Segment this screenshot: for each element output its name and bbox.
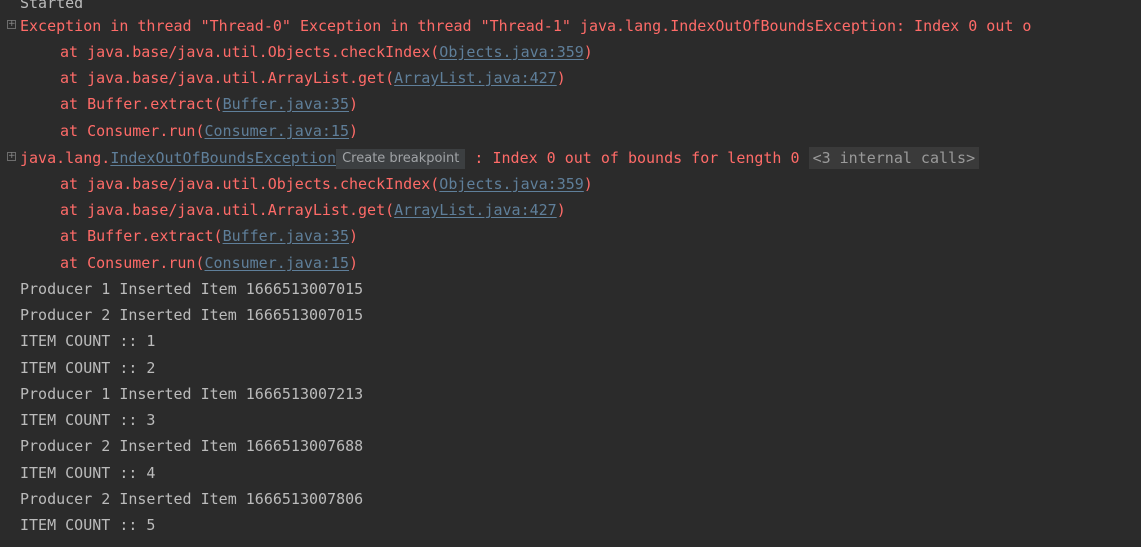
source-link[interactable]: ArrayList.java:427 (394, 69, 557, 87)
frame-text: at Buffer.extract( (60, 95, 223, 113)
output-line: ITEM COUNT :: 2 (0, 355, 1141, 381)
frame-text: at java.base/java.util.ArrayList.get( (60, 201, 395, 219)
output-text: ITEM COUNT :: 5 (20, 516, 156, 534)
source-link[interactable]: Buffer.java:35 (223, 95, 349, 113)
frame-suffix: ) (556, 201, 566, 219)
exception-package: java.lang. (20, 149, 111, 167)
source-link[interactable]: Consumer.java:15 (205, 254, 350, 272)
frame-suffix: ) (349, 254, 359, 272)
output-line: ITEM COUNT :: 1 (0, 328, 1141, 354)
exception-message: : Index 0 out of bounds for length 0 (465, 149, 809, 167)
output-line: Producer 2 Inserted Item 1666513007688 (0, 433, 1141, 459)
frame-suffix: ) (349, 95, 359, 113)
frame-text: at java.base/java.util.Objects.checkInde… (60, 43, 440, 61)
output-text: Producer 2 Inserted Item 1666513007806 (20, 490, 364, 508)
frame-suffix: ) (583, 175, 593, 193)
source-link[interactable]: Buffer.java:35 (223, 227, 349, 245)
stack-frame: at java.base/java.util.ArrayList.get(Arr… (0, 65, 1141, 91)
frame-suffix: ) (349, 227, 359, 245)
console-output[interactable]: Started + Exception in thread "Thread-0"… (0, 0, 1141, 547)
output-text: Producer 2 Inserted Item 1666513007688 (20, 437, 364, 455)
output-text: Producer 1 Inserted Item 1666513007015 (20, 280, 364, 298)
source-link[interactable]: ArrayList.java:427 (394, 201, 557, 219)
stack-frame: at Buffer.extract(Buffer.java:35) (0, 91, 1141, 117)
source-link[interactable]: Objects.java:359 (439, 175, 584, 193)
output-text: ITEM COUNT :: 2 (20, 359, 156, 377)
output-line: Producer 2 Inserted Item 1666513007806 (0, 486, 1141, 512)
stack-frame: at Consumer.run(Consumer.java:15) (0, 250, 1141, 276)
output-text: Producer 1 Inserted Item 1666513007213 (20, 385, 364, 403)
frame-suffix: ) (349, 122, 359, 140)
fold-expand-icon[interactable]: + (7, 20, 16, 29)
source-link[interactable]: Consumer.java:15 (205, 122, 350, 140)
output-text: ITEM COUNT :: 1 (20, 332, 156, 350)
output-line: ITEM COUNT :: 3 (0, 407, 1141, 433)
fold-expand-icon[interactable]: + (7, 152, 16, 161)
output-line: ITEM COUNT :: 5 (0, 512, 1141, 538)
frame-text: at Consumer.run( (60, 254, 205, 272)
frame-suffix: ) (583, 43, 593, 61)
output-text: Producer 2 Inserted Item 1666513007015 (20, 306, 364, 324)
stack-frame: at Buffer.extract(Buffer.java:35) (0, 223, 1141, 249)
output-text: ITEM COUNT :: 4 (20, 464, 156, 482)
stack-frame: at Consumer.run(Consumer.java:15) (0, 118, 1141, 144)
frame-text: at java.base/java.util.ArrayList.get( (60, 69, 395, 87)
exception-line: + java.lang.IndexOutOfBoundsException Cre… (0, 145, 1141, 171)
frame-suffix: ) (556, 69, 566, 87)
output-line: Producer 1 Inserted Item 1666513007015 (0, 276, 1141, 302)
source-link[interactable]: Objects.java:359 (439, 43, 584, 61)
frame-text: at Consumer.run( (60, 122, 205, 140)
exception-header-line: + Exception in thread "Thread-0" Excepti… (0, 13, 1141, 39)
frame-text: at Buffer.extract( (60, 227, 223, 245)
stack-frame: at java.base/java.util.ArrayList.get(Arr… (0, 197, 1141, 223)
output-line: Producer 2 Inserted Item 1666513007015 (0, 302, 1141, 328)
output-text: ITEM COUNT :: 3 (20, 411, 156, 429)
exception-class-link[interactable]: IndexOutOfBoundsException (110, 149, 336, 167)
exception-header-text: Exception in thread "Thread-0" Exception… (20, 17, 1032, 35)
internal-calls-fold[interactable]: <3 internal calls> (808, 147, 980, 169)
output-line: ITEM COUNT :: 4 (0, 460, 1141, 486)
stack-frame: at java.base/java.util.Objects.checkInde… (0, 39, 1141, 65)
create-breakpoint-tooltip[interactable]: Create breakpoint (336, 149, 466, 169)
stack-frame: at java.base/java.util.Objects.checkInde… (0, 171, 1141, 197)
frame-text: at java.base/java.util.Objects.checkInde… (60, 175, 440, 193)
output-line: Producer 1 Inserted Item 1666513007213 (0, 381, 1141, 407)
